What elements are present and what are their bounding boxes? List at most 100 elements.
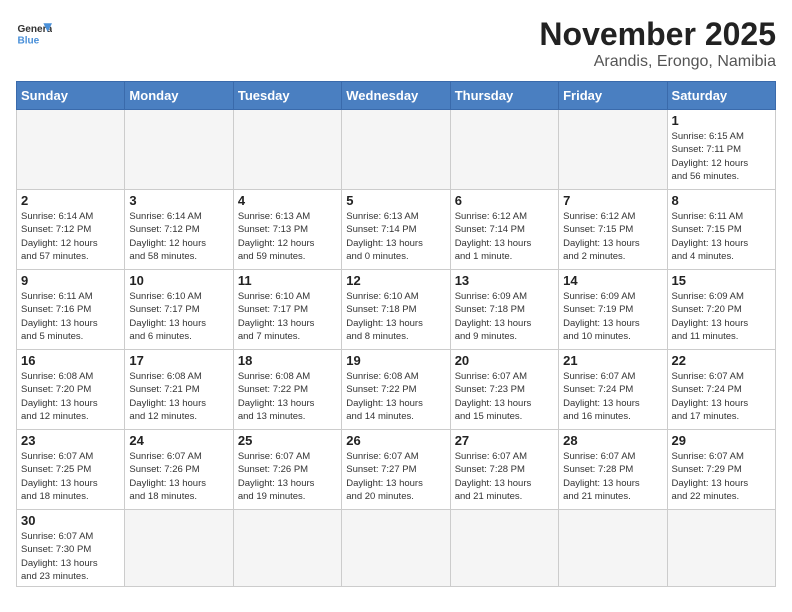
calendar-cell <box>667 510 775 587</box>
calendar-cell: 8 Sunrise: 6:11 AM Sunset: 7:15 PM Daylig… <box>667 190 775 270</box>
day-info: Sunrise: 6:07 AM Sunset: 7:25 PM Dayligh… <box>21 450 120 503</box>
calendar-table: SundayMondayTuesdayWednesdayThursdayFrid… <box>16 81 776 587</box>
page-header: General Blue November 2025 Arandis, Eron… <box>16 16 776 71</box>
title-block: November 2025 Arandis, Erongo, Namibia <box>539 16 776 71</box>
calendar-cell: 30Sunrise: 6:07 AM Sunset: 7:30 PM Dayli… <box>17 510 125 587</box>
day-info: Sunrise: 6:07 AM Sunset: 7:27 PM Dayligh… <box>346 450 445 503</box>
calendar-cell: 28Sunrise: 6:07 AM Sunset: 7:28 PM Dayli… <box>559 430 667 510</box>
calendar-cell <box>125 110 233 190</box>
calendar-cell: 25Sunrise: 6:07 AM Sunset: 7:26 PM Dayli… <box>233 430 341 510</box>
day-number: 16 <box>21 353 120 368</box>
day-info: Sunrise: 6:09 AM Sunset: 7:20 PM Dayligh… <box>672 290 771 343</box>
calendar-cell <box>559 110 667 190</box>
calendar-cell: 27 Sunrise: 6:07 AM Sunset: 7:28 PM Dayli… <box>450 430 558 510</box>
day-info: Sunrise: 6:14 AM Sunset: 7:12 PM Dayligh… <box>129 210 228 263</box>
weekday-header-monday: Monday <box>125 82 233 110</box>
calendar-cell <box>450 110 558 190</box>
day-number: 14 <box>563 273 662 288</box>
day-info: Sunrise: 6:14 AM Sunset: 7:12 PM Dayligh… <box>21 210 120 263</box>
day-number: 2 <box>21 193 120 208</box>
day-info: Sunrise: 6:13 AM Sunset: 7:14 PM Dayligh… <box>346 210 445 263</box>
day-info: Sunrise: 6:08 AM Sunset: 7:22 PM Dayligh… <box>346 370 445 423</box>
location: Arandis, Erongo, Namibia <box>539 53 776 71</box>
week-row-4: 16 Sunrise: 6:08 AM Sunset: 7:20 PM Dayli… <box>17 350 776 430</box>
day-info: Sunrise: 6:13 AM Sunset: 7:13 PM Dayligh… <box>238 210 337 263</box>
calendar-cell: 12 Sunrise: 6:10 AM Sunset: 7:18 PM Dayli… <box>342 270 450 350</box>
calendar-cell: 1 Sunrise: 6:15 AM Sunset: 7:11 PM Daylig… <box>667 110 775 190</box>
calendar-cell: 29Sunrise: 6:07 AM Sunset: 7:29 PM Dayli… <box>667 430 775 510</box>
day-info: Sunrise: 6:09 AM Sunset: 7:18 PM Dayligh… <box>455 290 554 343</box>
day-info: Sunrise: 6:07 AM Sunset: 7:24 PM Dayligh… <box>672 370 771 423</box>
calendar-cell: 17 Sunrise: 6:08 AM Sunset: 7:21 PM Dayli… <box>125 350 233 430</box>
calendar-cell: 5 Sunrise: 6:13 AM Sunset: 7:14 PM Daylig… <box>342 190 450 270</box>
day-number: 19 <box>346 353 445 368</box>
day-number: 11 <box>238 273 337 288</box>
day-info: Sunrise: 6:10 AM Sunset: 7:17 PM Dayligh… <box>238 290 337 343</box>
calendar-cell: 22 Sunrise: 6:07 AM Sunset: 7:24 PM Dayli… <box>667 350 775 430</box>
calendar-cell: 26Sunrise: 6:07 AM Sunset: 7:27 PM Dayli… <box>342 430 450 510</box>
weekday-header-sunday: Sunday <box>17 82 125 110</box>
calendar-cell: 2 Sunrise: 6:14 AM Sunset: 7:12 PM Daylig… <box>17 190 125 270</box>
calendar-cell <box>17 110 125 190</box>
day-number: 8 <box>672 193 771 208</box>
day-number: 28 <box>563 433 662 448</box>
day-info: Sunrise: 6:07 AM Sunset: 7:28 PM Dayligh… <box>455 450 554 503</box>
day-number: 1 <box>672 113 771 128</box>
day-number: 21 <box>563 353 662 368</box>
calendar-cell: 24Sunrise: 6:07 AM Sunset: 7:26 PM Dayli… <box>125 430 233 510</box>
day-info: Sunrise: 6:12 AM Sunset: 7:14 PM Dayligh… <box>455 210 554 263</box>
day-info: Sunrise: 6:08 AM Sunset: 7:21 PM Dayligh… <box>129 370 228 423</box>
calendar-cell: 11 Sunrise: 6:10 AM Sunset: 7:17 PM Dayli… <box>233 270 341 350</box>
calendar-cell: 7Sunrise: 6:12 AM Sunset: 7:15 PM Daylig… <box>559 190 667 270</box>
day-number: 9 <box>21 273 120 288</box>
day-number: 25 <box>238 433 337 448</box>
week-row-3: 9 Sunrise: 6:11 AM Sunset: 7:16 PM Daylig… <box>17 270 776 350</box>
day-info: Sunrise: 6:07 AM Sunset: 7:30 PM Dayligh… <box>21 530 120 583</box>
day-number: 4 <box>238 193 337 208</box>
week-row-2: 2 Sunrise: 6:14 AM Sunset: 7:12 PM Daylig… <box>17 190 776 270</box>
calendar-cell <box>233 110 341 190</box>
day-info: Sunrise: 6:12 AM Sunset: 7:15 PM Dayligh… <box>563 210 662 263</box>
calendar-cell <box>125 510 233 587</box>
day-number: 23 <box>21 433 120 448</box>
day-info: Sunrise: 6:11 AM Sunset: 7:15 PM Dayligh… <box>672 210 771 263</box>
day-info: Sunrise: 6:11 AM Sunset: 7:16 PM Dayligh… <box>21 290 120 343</box>
day-info: Sunrise: 6:10 AM Sunset: 7:18 PM Dayligh… <box>346 290 445 343</box>
day-info: Sunrise: 6:10 AM Sunset: 7:17 PM Dayligh… <box>129 290 228 343</box>
day-number: 29 <box>672 433 771 448</box>
day-info: Sunrise: 6:15 AM Sunset: 7:11 PM Dayligh… <box>672 130 771 183</box>
day-info: Sunrise: 6:07 AM Sunset: 7:24 PM Dayligh… <box>563 370 662 423</box>
logo: General Blue <box>16 16 52 52</box>
weekday-header-friday: Friday <box>559 82 667 110</box>
calendar-cell: 21 Sunrise: 6:07 AM Sunset: 7:24 PM Dayli… <box>559 350 667 430</box>
day-number: 12 <box>346 273 445 288</box>
day-number: 17 <box>129 353 228 368</box>
day-number: 27 <box>455 433 554 448</box>
calendar-cell <box>342 510 450 587</box>
week-row-1: 1 Sunrise: 6:15 AM Sunset: 7:11 PM Daylig… <box>17 110 776 190</box>
day-number: 15 <box>672 273 771 288</box>
day-info: Sunrise: 6:08 AM Sunset: 7:20 PM Dayligh… <box>21 370 120 423</box>
day-info: Sunrise: 6:07 AM Sunset: 7:26 PM Dayligh… <box>129 450 228 503</box>
day-number: 10 <box>129 273 228 288</box>
calendar-cell: 14 Sunrise: 6:09 AM Sunset: 7:19 PM Dayli… <box>559 270 667 350</box>
calendar-cell <box>450 510 558 587</box>
calendar-cell: 10 Sunrise: 6:10 AM Sunset: 7:17 PM Dayli… <box>125 270 233 350</box>
day-info: Sunrise: 6:08 AM Sunset: 7:22 PM Dayligh… <box>238 370 337 423</box>
week-row-5: 23 Sunrise: 6:07 AM Sunset: 7:25 PM Dayli… <box>17 430 776 510</box>
calendar-cell: 9 Sunrise: 6:11 AM Sunset: 7:16 PM Daylig… <box>17 270 125 350</box>
calendar-cell: 15 Sunrise: 6:09 AM Sunset: 7:20 PM Dayli… <box>667 270 775 350</box>
day-number: 5 <box>346 193 445 208</box>
calendar-cell <box>233 510 341 587</box>
weekday-header-saturday: Saturday <box>667 82 775 110</box>
day-number: 22 <box>672 353 771 368</box>
calendar-cell: 18Sunrise: 6:08 AM Sunset: 7:22 PM Dayli… <box>233 350 341 430</box>
day-info: Sunrise: 6:09 AM Sunset: 7:19 PM Dayligh… <box>563 290 662 343</box>
calendar-cell: 19 Sunrise: 6:08 AM Sunset: 7:22 PM Dayli… <box>342 350 450 430</box>
calendar-cell <box>342 110 450 190</box>
calendar-cell: 20Sunrise: 6:07 AM Sunset: 7:23 PM Dayli… <box>450 350 558 430</box>
svg-text:Blue: Blue <box>17 35 39 46</box>
day-number: 3 <box>129 193 228 208</box>
calendar-cell: 4 Sunrise: 6:13 AM Sunset: 7:13 PM Daylig… <box>233 190 341 270</box>
calendar-cell: 13Sunrise: 6:09 AM Sunset: 7:18 PM Dayli… <box>450 270 558 350</box>
